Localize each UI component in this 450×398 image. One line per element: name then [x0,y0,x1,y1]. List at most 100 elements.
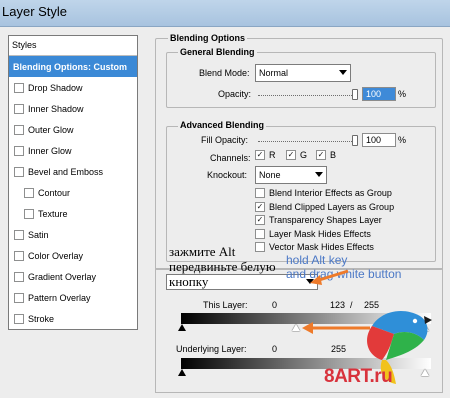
style-item-checkbox[interactable] [14,124,24,135]
channel-checkbox[interactable]: ✓ G [286,150,307,160]
style-item[interactable]: Stroke [9,308,137,329]
channel-checkbox[interactable]: ✓ B [316,150,336,160]
knockout-value: None [259,170,281,180]
style-item[interactable]: Bevel and Emboss [9,161,137,182]
style-item-label: Texture [38,208,68,219]
window-title: Layer Style [2,4,68,19]
underlying-layer-gradient [181,358,431,369]
this-layer-gradient [181,313,431,324]
style-item[interactable]: Blending Options: Custom [9,56,137,77]
style-item-checkbox[interactable] [14,103,24,114]
checkbox-box[interactable]: ✓ [255,201,265,212]
style-item-label: Blending Options: Custom [13,61,127,72]
chevron-down-icon [315,172,323,177]
style-item[interactable]: Pattern Overlay [9,287,137,308]
title-bar[interactable]: Layer Style [0,0,450,27]
advanced-option-label: Transparency Shapes Layer [269,215,382,225]
advanced-option-checkbox[interactable]: Blend Interior Effects as Group [255,188,392,198]
style-item[interactable]: Color Overlay [9,245,137,266]
style-item-checkbox[interactable] [14,292,24,303]
underlying-black-slider[interactable] [178,369,186,376]
advanced-option-checkbox[interactable]: Layer Mask Hides Effects [255,228,371,239]
annotation-russian: зажмите Alt передвиньте белую кнопку [169,244,276,289]
style-item-label: Inner Glow [28,145,72,156]
style-item-checkbox[interactable] [14,313,24,324]
style-item-label: Outer Glow [28,124,74,135]
knockout-label: Knockout: [207,170,248,180]
watermark-logo: 8ART.ru [324,366,393,387]
style-item-checkbox[interactable] [14,82,24,93]
general-blending-title: General Blending [178,47,257,57]
style-item-label: Gradient Overlay [28,271,97,282]
this-layer-white-split-left[interactable] [292,324,300,331]
opacity-label: Opacity: [218,89,252,99]
advanced-blending-title: Advanced Blending [178,120,267,130]
checkbox-box[interactable] [255,228,265,239]
channel-checkbox[interactable]: ✓ R [255,150,276,160]
channel-label: G [300,150,308,160]
underlying-layer-label: Underlying Layer: [176,344,247,354]
this-layer-black-slider[interactable] [178,324,186,331]
style-item[interactable]: Inner Glow [9,140,137,161]
advanced-option-label: Blend Clipped Layers as Group [269,201,395,212]
style-item[interactable]: Gradient Overlay [9,266,137,287]
checkbox-box[interactable]: ✓ [255,215,265,225]
fill-opacity-slider[interactable] [258,141,356,142]
advanced-option-checkbox[interactable]: ✓ Blend Clipped Layers as Group [255,201,395,212]
checkbox-box[interactable]: ✓ [286,150,296,160]
blend-mode-value: Normal [259,68,289,78]
style-item-checkbox[interactable] [14,271,24,282]
this-layer-white-slider[interactable] [421,324,429,331]
fill-opacity-slider-knob[interactable] [352,135,358,146]
style-item-label: Color Overlay [28,250,84,261]
style-item[interactable]: Satin [9,224,137,245]
advanced-option-label: Blend Interior Effects as Group [269,188,392,198]
this-layer-low: 0 [272,300,278,310]
this-layer-high: 255 [364,300,380,310]
blend-mode-select[interactable]: Normal [255,64,351,82]
style-item[interactable]: Texture [9,203,137,224]
styles-header[interactable]: Styles [9,36,137,56]
checkbox-box[interactable]: ✓ [255,150,265,160]
style-item[interactable]: Inner Shadow [9,98,137,119]
style-item-checkbox[interactable] [24,208,34,219]
opacity-slider[interactable] [258,95,356,96]
underlying-white-slider[interactable] [421,369,429,376]
style-item-label: Contour [38,187,71,198]
advanced-option-label: Vector Mask Hides Effects [269,242,374,252]
channel-label: R [269,150,276,160]
style-item-checkbox[interactable] [14,250,24,261]
annotation-english: hold Alt key and drag white button [286,253,401,281]
annotation-english-line2: and drag white button [286,267,402,281]
chevron-down-icon [339,70,347,75]
fill-opacity-unit: % [398,135,407,145]
fill-opacity-input[interactable]: 100 [362,133,396,147]
checkbox-box[interactable]: ✓ [316,150,326,160]
opacity-slider-knob[interactable] [352,89,358,100]
channel-label: B [330,150,337,160]
style-item-checkbox[interactable] [14,145,24,156]
advanced-option-checkbox[interactable]: ✓ Transparency Shapes Layer [255,215,382,225]
blending-options-title: Blending Options [168,33,247,43]
style-item-label: Inner Shadow [28,103,84,114]
style-item-label: Bevel and Emboss [28,166,104,177]
opacity-input[interactable]: 100 [362,87,396,101]
underlying-low: 0 [272,344,278,354]
advanced-option-label: Layer Mask Hides Effects [269,228,371,239]
style-item-checkbox[interactable] [24,187,34,198]
style-item-checkbox[interactable] [14,166,24,177]
style-item-checkbox[interactable] [14,229,24,240]
this-layer-separator: / [350,300,353,310]
styles-list: Blending Options: Custom Drop Shadow Inner… [9,56,137,329]
style-item-label: Drop Shadow [28,82,83,93]
style-item-label: Pattern Overlay [28,292,91,303]
style-item[interactable]: Drop Shadow [9,77,137,98]
checkbox-box[interactable] [255,188,265,198]
styles-panel: Styles Blending Options: Custom Drop Shad… [8,35,138,330]
style-item-label: Stroke [28,313,55,324]
this-layer-split-low: 123 [330,300,346,310]
knockout-select[interactable]: None [255,166,327,184]
style-item[interactable]: Contour [9,182,137,203]
style-item[interactable]: Outer Glow [9,119,137,140]
this-layer-label: This Layer: [203,300,248,310]
